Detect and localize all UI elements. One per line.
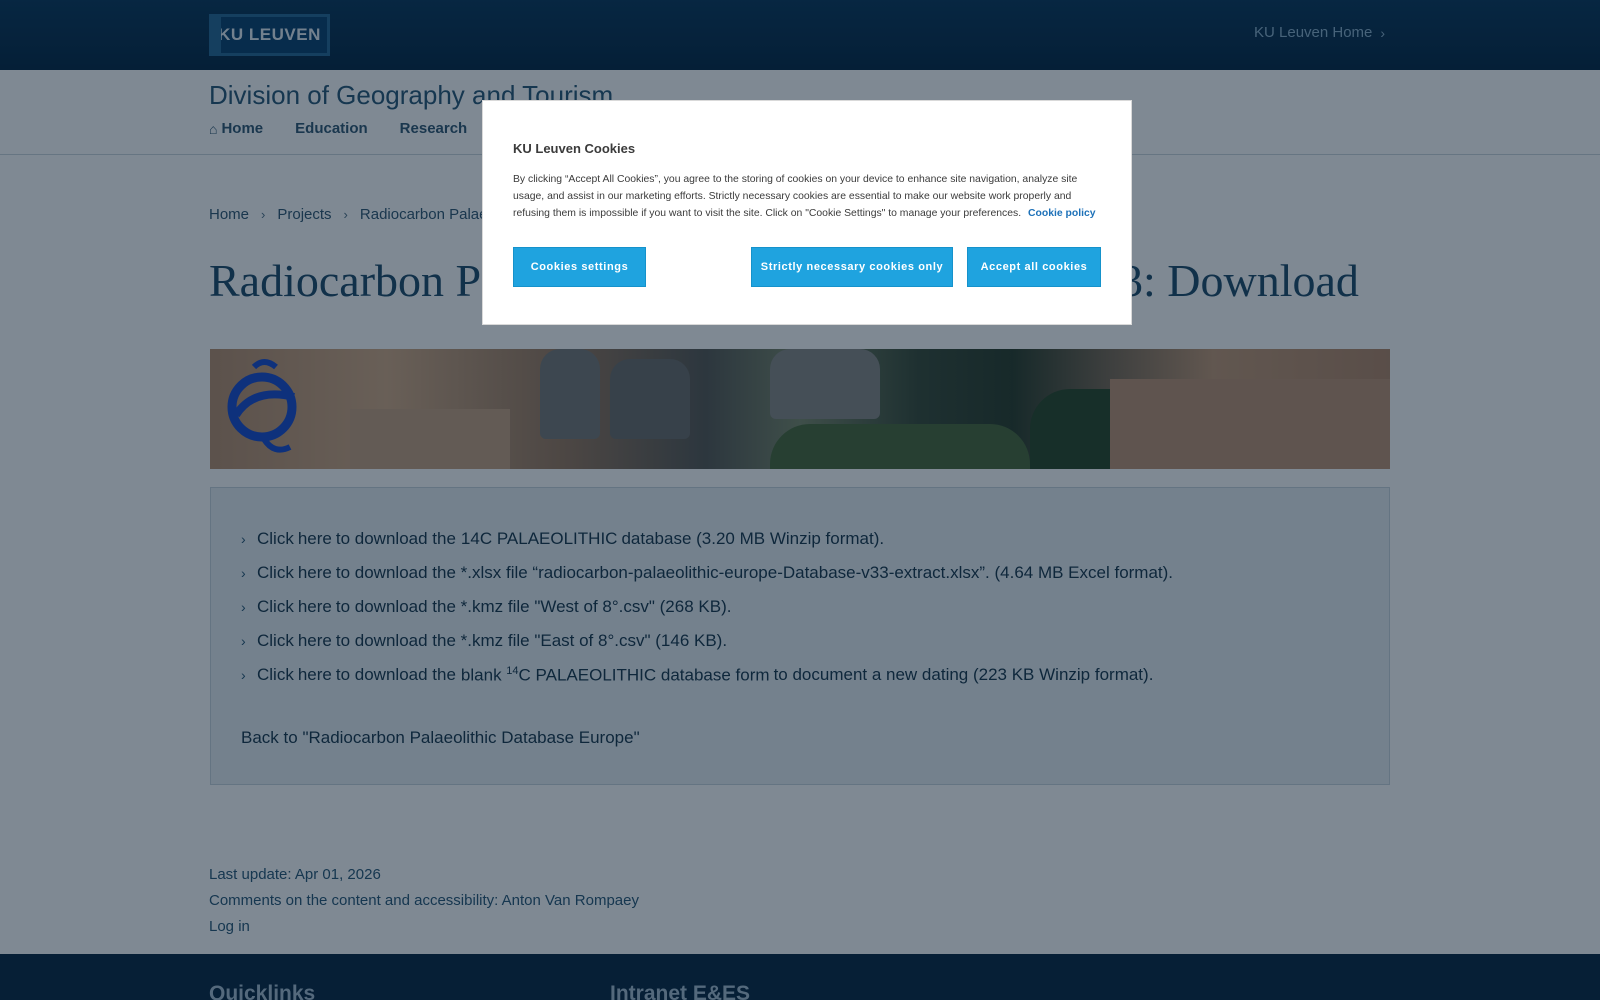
cookie-title: KU Leuven Cookies [513, 141, 636, 156]
cookies-settings-button[interactable]: Cookies settings [513, 247, 646, 287]
accept-all-cookies-button[interactable]: Accept all cookies [967, 247, 1101, 287]
cookie-dialog: KU Leuven Cookies By clicking “Accept Al… [482, 100, 1132, 325]
strictly-necessary-button[interactable]: Strictly necessary cookies only [751, 247, 953, 287]
cookie-policy-link[interactable]: Cookie policy [1028, 208, 1096, 219]
cookie-text: By clicking “Accept All Cookies”, you ag… [513, 174, 1096, 219]
